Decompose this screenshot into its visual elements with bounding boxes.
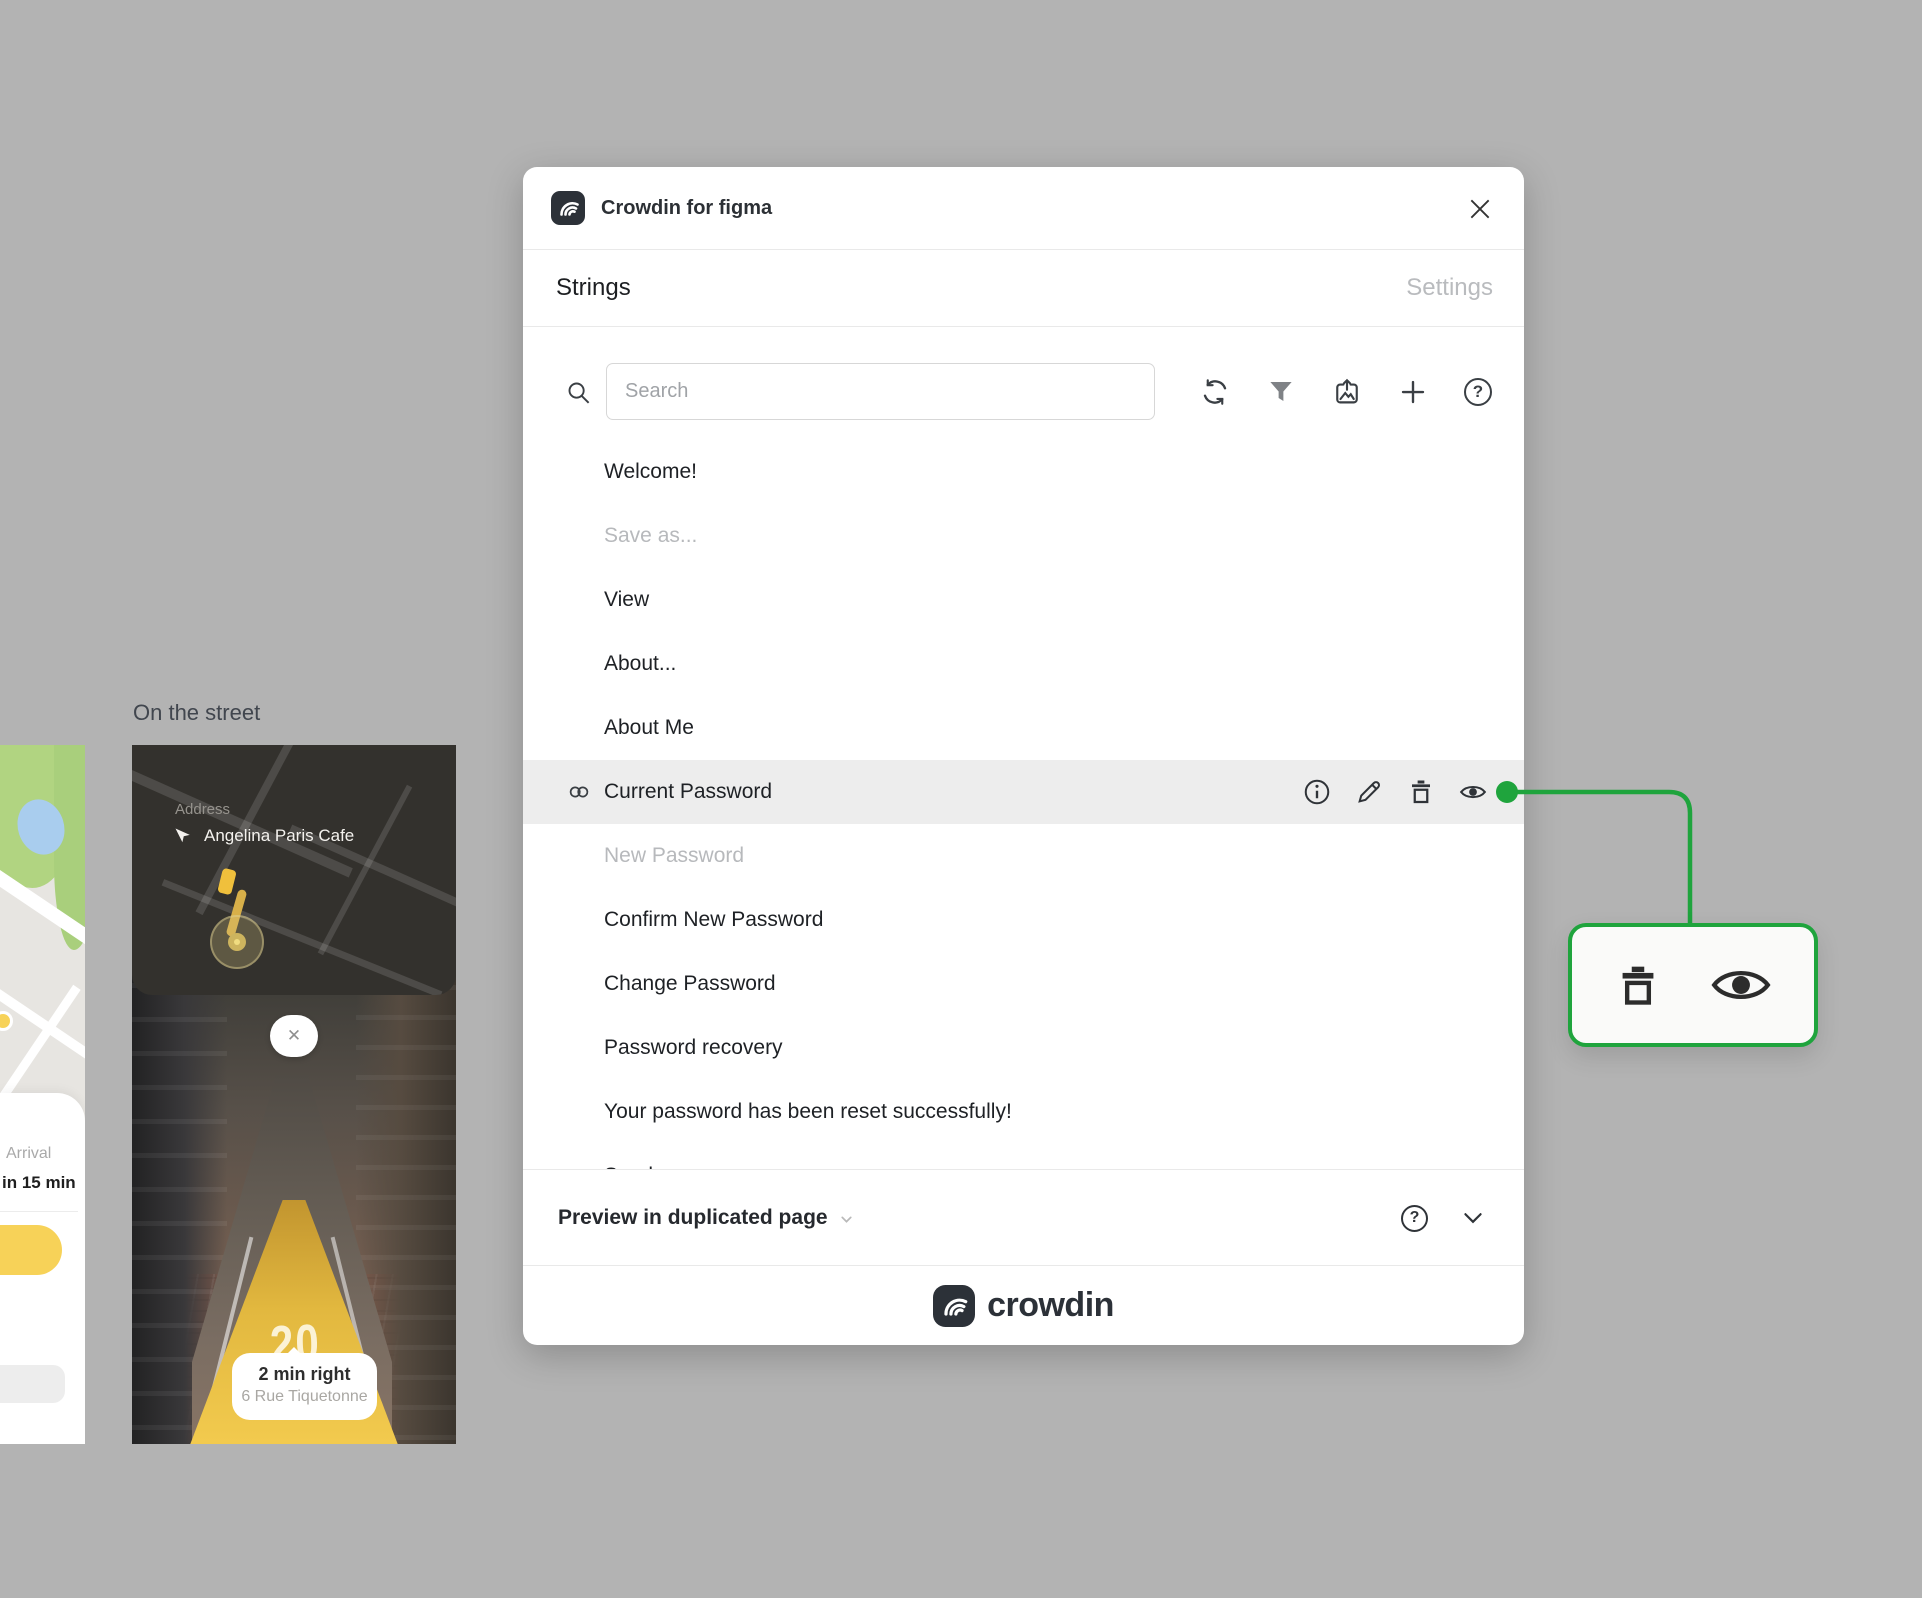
string-row[interactable]: Current Password <box>523 760 1524 824</box>
crowdin-plugin-window: Crowdin for figma Strings Settings ? <box>523 167 1524 1345</box>
delete-icon[interactable] <box>1613 959 1663 1011</box>
close-plugin-button[interactable] <box>1464 193 1496 225</box>
crowdin-wordmark: crowdin <box>987 1286 1114 1324</box>
preview-mode-label: Preview in duplicated page <box>558 1206 828 1229</box>
direction-card: 2 min right 6 Rue Tiquetonne <box>232 1347 377 1420</box>
primary-action-button[interactable] <box>0 1225 62 1275</box>
filter-icon[interactable] <box>1266 377 1296 407</box>
map-road <box>0 954 85 1070</box>
string-row[interactable]: View <box>523 568 1524 632</box>
string-label: New Password <box>604 844 745 867</box>
frame-label: On the street <box>133 700 261 725</box>
string-label: Your password has been reset successfull… <box>604 1100 1012 1123</box>
string-row-actions <box>1302 777 1488 807</box>
plugin-title: Crowdin for figma <box>601 197 773 219</box>
toggle-visibility-icon[interactable] <box>1458 777 1488 807</box>
tab-settings[interactable]: Settings <box>1406 274 1493 302</box>
tab-strings[interactable]: Strings <box>556 274 631 302</box>
crowdin-brand-footer: crowdin <box>523 1265 1524 1345</box>
crowdin-logo-icon <box>933 1284 976 1327</box>
address-label: Address <box>175 801 231 818</box>
string-row[interactable]: Welcome! <box>523 440 1524 504</box>
string-row[interactable]: About... <box>523 632 1524 696</box>
help-icon[interactable]: ? <box>1401 1204 1428 1232</box>
close-ar-button[interactable]: ✕ <box>270 1015 318 1057</box>
chevron-down-icon <box>840 1216 852 1223</box>
direction-subtitle: 6 Rue Tiquetonne <box>241 1388 368 1405</box>
sync-icon[interactable] <box>1200 377 1230 407</box>
string-label: Send <box>604 1144 1524 1169</box>
address-value: Angelina Paris Cafe <box>204 826 355 845</box>
arrival-value: in 15 min <box>2 1173 76 1192</box>
ride-bottom-sheet: Arrival in 15 min <box>0 1093 85 1444</box>
minimap-road <box>161 879 443 995</box>
export-image-icon[interactable] <box>1332 377 1362 407</box>
string-row[interactable]: New Password <box>523 824 1524 888</box>
secondary-action-button[interactable] <box>0 1365 65 1403</box>
help-icon[interactable]: ? <box>1464 378 1492 406</box>
arrival-label: Arrival <box>6 1145 52 1162</box>
plugin-tabs: Strings Settings <box>523 250 1524 327</box>
string-label: Save as... <box>604 524 698 547</box>
string-row[interactable]: Send <box>523 1144 1524 1169</box>
taxi-marker <box>0 1011 13 1031</box>
plugin-header: Crowdin for figma <box>523 167 1524 250</box>
ride-details-frame: Arrival in 15 min <box>0 745 85 1444</box>
preview-mode-selector[interactable]: Preview in duplicated page <box>558 1170 855 1266</box>
chevron-down-icon[interactable] <box>1460 1205 1486 1231</box>
plugin-footer: Preview in duplicated page ? <box>523 1169 1524 1265</box>
info-icon[interactable] <box>1302 777 1332 807</box>
on-the-street-frame: 20 Address Angelina Paris Cafe ✕ 2 min r… <box>132 745 456 1444</box>
string-label: Welcome! <box>604 460 697 483</box>
string-label: About Me <box>604 716 694 739</box>
delete-icon[interactable] <box>1406 777 1436 807</box>
link-icon <box>569 786 589 798</box>
navigation-arrow-icon <box>174 827 192 845</box>
string-label: Confirm New Password <box>604 908 824 931</box>
toggle-visibility-icon[interactable] <box>1709 962 1773 1008</box>
string-row[interactable]: Your password has been reset successfull… <box>523 1080 1524 1144</box>
crowdin-logo-icon <box>551 191 585 225</box>
string-label: Change Password <box>604 972 776 995</box>
string-row[interactable]: Confirm New Password <box>523 888 1524 952</box>
string-label: About... <box>604 652 677 675</box>
close-icon: ✕ <box>286 1026 302 1045</box>
direction-title: 2 min right <box>258 1364 351 1384</box>
edit-icon[interactable] <box>1354 777 1384 807</box>
string-row[interactable]: Password recovery <box>523 1016 1524 1080</box>
add-string-icon[interactable] <box>1398 377 1428 407</box>
search-input[interactable] <box>606 363 1155 420</box>
strings-list: Welcome! Save as... View About... About Me Cu… <box>523 440 1524 1169</box>
string-row[interactable]: Change Password <box>523 952 1524 1016</box>
footer-actions: ? <box>1401 1170 1486 1266</box>
string-row[interactable]: About Me <box>523 696 1524 760</box>
string-row[interactable]: Save as... <box>523 504 1524 568</box>
minimap-road <box>132 762 353 878</box>
minimap-card: Address Angelina Paris Cafe <box>132 745 456 995</box>
search-icon <box>565 379 592 406</box>
toolbar: ? <box>1200 377 1492 407</box>
string-label: View <box>604 588 650 611</box>
divider <box>0 1211 78 1212</box>
location-ring <box>210 915 264 969</box>
actions-popup <box>1568 923 1818 1047</box>
string-label: Password recovery <box>604 1036 783 1059</box>
close-icon <box>1470 199 1490 219</box>
